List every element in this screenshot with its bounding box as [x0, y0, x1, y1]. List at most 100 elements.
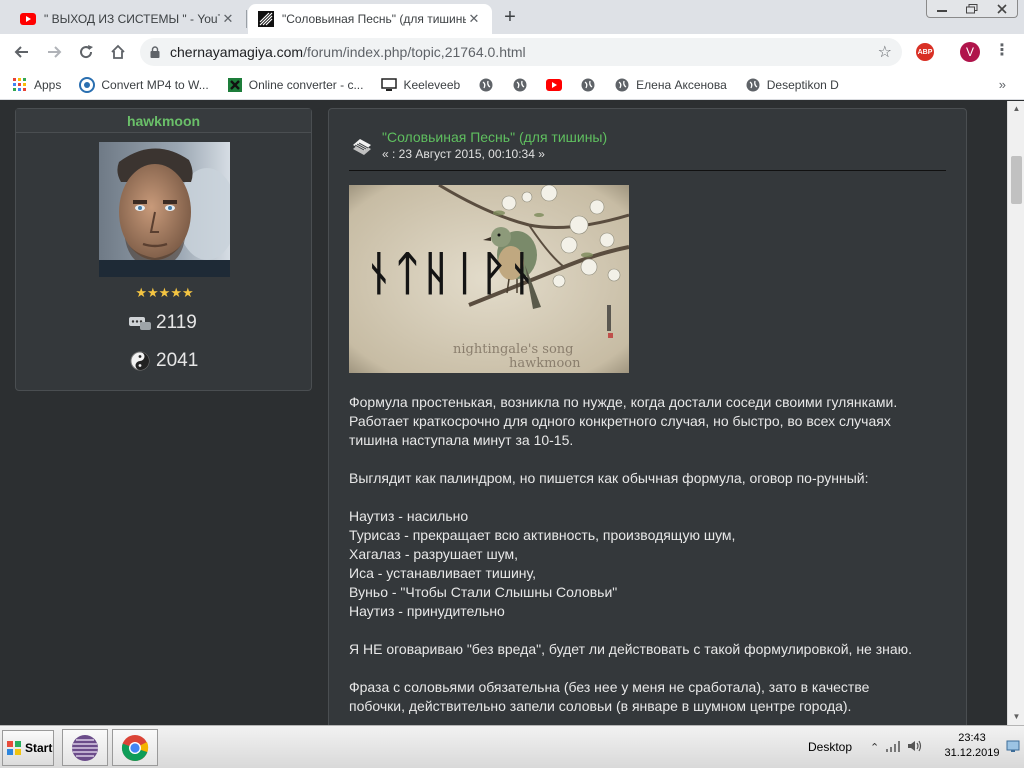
post-title-link[interactable]: "Соловьиная Песнь" (для тишины) — [382, 129, 607, 145]
home-icon — [111, 44, 125, 59]
forward-arrow-icon — [48, 46, 62, 58]
post-line: Выглядит как палиндром, но пишется как о… — [349, 470, 869, 486]
post-image[interactable]: ᚾᛏᚺᛁᚹᚾ nightingale's song hawkmoon — [349, 185, 629, 373]
bookmark-convert-mp4[interactable]: Convert MP4 to W... — [79, 73, 209, 97]
post-paragraph: Я НЕ оговариваю "без вреда", будет ли де… — [349, 640, 949, 659]
close-icon[interactable]: ✕ — [220, 11, 236, 27]
post-line: Вуньо - "Чтобы Стали Слышны Соловьи" — [349, 584, 618, 600]
start-button[interactable]: Start — [2, 730, 54, 766]
system-tray: ⌃ — [870, 734, 940, 760]
windows-logo-icon — [6, 740, 22, 756]
globe-icon — [745, 77, 761, 93]
browser-menu-icon[interactable]: ⋮ — [994, 42, 1010, 62]
image-caption-title: nightingale's song — [453, 342, 573, 357]
bookmark-star-icon[interactable]: ☆ — [878, 42, 892, 62]
bookmark-label: Online converter - c... — [248, 77, 364, 92]
close-icon[interactable]: ✕ — [466, 11, 482, 27]
post-count: 2119 — [156, 312, 197, 333]
post-line: Хагалаз - разрушает шум, — [349, 546, 519, 562]
karma-count: 2041 — [156, 350, 199, 371]
tab-title: "Соловьиная Песнь" (для тишины) — [282, 12, 466, 26]
post-line: Наутиз - принудительно — [349, 603, 505, 619]
poster-username[interactable]: hawkmoon — [16, 109, 311, 133]
taskbar: Start Desktop ⌃ 23:43 31.12.2019 — [0, 725, 1024, 768]
forum-post: "Соловьиная Песнь" (для тишины) « : 23 А… — [328, 108, 967, 725]
convert-icon — [79, 76, 96, 93]
scrollbar-thumb[interactable] — [1011, 156, 1022, 204]
striped-sphere-icon — [72, 734, 98, 761]
chat-bubble-icon — [128, 313, 152, 333]
lock-icon[interactable] — [140, 46, 170, 58]
tab-youtube[interactable]: " ВЫХОД ИЗ СИСТЕМЫ " - YouTube ✕ — [10, 4, 246, 34]
avatar[interactable] — [99, 142, 230, 277]
back-arrow-icon — [14, 46, 28, 58]
rune-formula: ᚾᛏᚺᛁᚹᚾ — [365, 246, 537, 300]
bookmark-globe-3[interactable] — [580, 73, 602, 97]
minimize-icon[interactable] — [927, 0, 957, 18]
post-divider — [349, 170, 946, 171]
apps-grid-icon — [12, 77, 28, 93]
window-close-icon[interactable] — [987, 0, 1017, 18]
bookmarks-bar: Apps Convert MP4 to W... Online converte… — [0, 70, 1024, 100]
youtube-icon — [20, 11, 36, 27]
image-caption-author: hawkmoon — [509, 356, 581, 371]
post-paragraph: Формула простенькая, возникла по нужде, … — [349, 393, 949, 450]
reload-button[interactable] — [74, 40, 98, 64]
globe-icon — [478, 77, 494, 93]
post-paragraph: Выглядит как палиндром, но пишется как о… — [349, 469, 949, 488]
profile-avatar[interactable]: V — [960, 42, 980, 62]
taskbar-app-chrome[interactable] — [112, 729, 158, 766]
new-tab-button[interactable]: + — [498, 6, 522, 30]
clock-time: 23:43 — [958, 732, 986, 744]
back-button[interactable] — [10, 40, 34, 64]
forward-button[interactable] — [42, 40, 66, 64]
reload-icon — [80, 45, 93, 59]
post-line: Наутиз - насильно — [349, 508, 469, 524]
tab-forum[interactable]: "Соловьиная Песнь" (для тишины) ✕ — [248, 4, 492, 34]
excel-icon — [227, 77, 243, 93]
post-line: Работает краткосрочно для одного конкрет… — [349, 413, 891, 429]
bookmark-apps[interactable]: Apps — [12, 73, 61, 97]
browser-toolbar: chernayamagiya.com/forum/index.php/topic… — [0, 34, 1024, 70]
adblock-plus-icon[interactable]: ABP — [916, 43, 934, 61]
bookmark-label: Keeleveeb — [403, 77, 461, 92]
taskbar-app-beeline[interactable] — [62, 729, 108, 766]
address-bar[interactable]: chernayamagiya.com/forum/index.php/topic… — [140, 38, 902, 66]
bookmark-globe-1[interactable] — [478, 73, 500, 97]
globe-icon — [614, 77, 630, 93]
post-count-stat: 2119 — [128, 311, 197, 335]
bookmarks-overflow-icon[interactable]: » — [999, 77, 1006, 92]
start-label: Start — [25, 741, 53, 755]
tray-expand-icon[interactable]: ⌃ — [870, 741, 879, 754]
post-date: « : 23 Август 2015, 00:10:34 » — [382, 147, 545, 161]
url-path: /forum/index.php/topic,21764.0.html — [303, 44, 526, 60]
bookmark-online-converter[interactable]: Online converter - c... — [227, 73, 364, 97]
bookmark-elena-aksenova[interactable]: Елена Аксенова — [614, 73, 727, 97]
page-scrollbar[interactable]: ▲ ▼ — [1007, 101, 1024, 725]
bookmark-label: Apps — [34, 77, 62, 92]
volume-icon[interactable] — [907, 739, 923, 756]
home-button[interactable] — [106, 40, 130, 64]
computer-icon — [381, 77, 398, 93]
poster-info-panel: hawkmoon ★★★★★ 2119 2041 — [15, 108, 312, 391]
tab-strip: " ВЫХОД ИЗ СИСТЕМЫ " - YouTube ✕ "Соловь… — [0, 0, 1024, 34]
show-desktop-icon[interactable] — [1006, 738, 1020, 754]
bookmark-keeleveeb[interactable]: Keeleveeb — [381, 73, 460, 97]
network-signal-icon[interactable] — [885, 740, 901, 755]
bookmark-globe-2[interactable] — [512, 73, 534, 97]
scroll-up-icon[interactable]: ▲ — [1008, 101, 1024, 117]
url-host: chernayamagiya.com — [170, 44, 304, 60]
scroll-down-icon[interactable]: ▼ — [1008, 709, 1024, 725]
bookmark-deseptikon[interactable]: Deseptikon D — [745, 73, 839, 97]
post-line: Я НЕ оговариваю "без вреда", будет ли де… — [349, 641, 913, 657]
desktop-toolbar-label[interactable]: Desktop — [798, 736, 862, 758]
post-line: Формула простенькая, возникла по нужде, … — [349, 394, 898, 410]
globe-icon — [580, 77, 596, 93]
system-clock[interactable]: 23:43 31.12.2019 — [942, 731, 1002, 761]
post-line: Фраза с соловьями обязательна (без нее у… — [349, 679, 870, 695]
url-text: chernayamagiya.com/forum/index.php/topic… — [170, 44, 526, 60]
post-topic-icon — [351, 137, 373, 157]
bookmark-youtube[interactable] — [546, 73, 568, 97]
post-line: Иса - устанавливает тишину, — [349, 565, 536, 581]
restore-icon[interactable] — [957, 0, 987, 18]
